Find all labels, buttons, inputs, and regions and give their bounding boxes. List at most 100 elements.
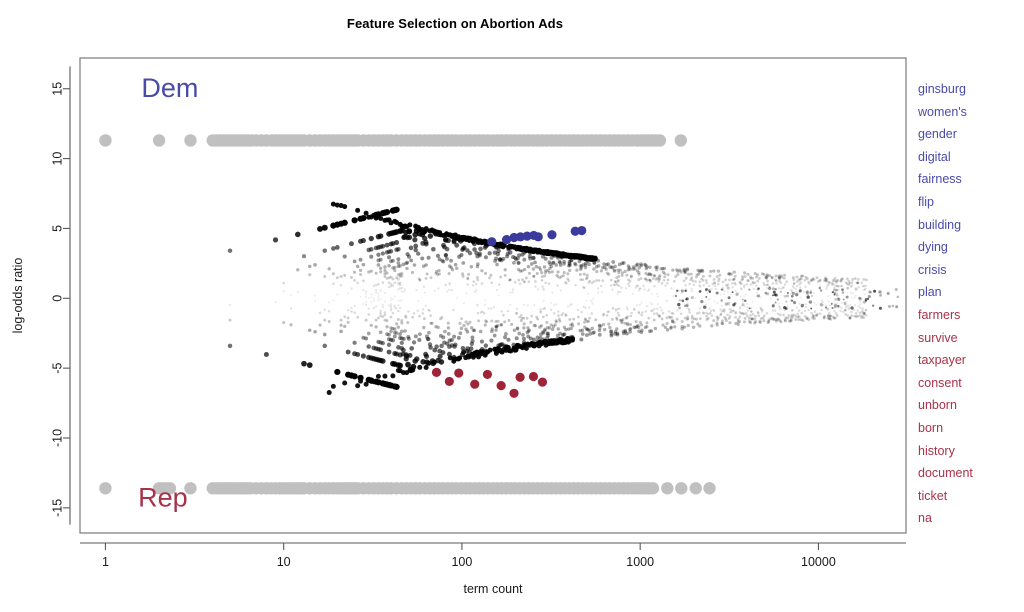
- y-axis-title: log-odds ratio: [11, 258, 25, 334]
- data-point-term: [813, 310, 817, 314]
- data-point-term: [458, 331, 463, 336]
- data-point-term: [846, 286, 849, 290]
- data-point-term: [416, 309, 419, 312]
- data-point-term: [482, 311, 486, 315]
- data-point-term: [643, 325, 648, 330]
- data-point-term: [554, 320, 558, 324]
- data-point-term: [489, 338, 494, 343]
- data-point-term: [637, 272, 641, 276]
- data-point-term: [378, 347, 384, 353]
- data-point-term: [499, 323, 503, 327]
- data-point-term: [848, 316, 852, 320]
- data-point-term: [783, 283, 787, 286]
- data-point-term: [289, 323, 293, 327]
- data-point-term: [685, 297, 689, 301]
- data-point-term: [835, 293, 839, 297]
- data-point-term: [334, 368, 341, 376]
- data-point-term: [834, 312, 838, 315]
- data-point-term: [811, 277, 815, 281]
- data-point-term: [434, 344, 439, 349]
- data-point-term: [446, 332, 451, 336]
- data-point-term: [512, 260, 516, 265]
- data-point-term: [728, 308, 731, 311]
- data-point-term: [387, 263, 391, 268]
- data-point-term: [364, 303, 368, 307]
- data-point-term: [635, 262, 640, 267]
- y-tick-label: 0: [51, 295, 65, 302]
- data-point-term: [418, 314, 421, 318]
- data-point-term: [723, 315, 726, 319]
- data-point-term: [360, 353, 366, 359]
- data-point-term: [831, 307, 834, 310]
- legend-word-dem: digital: [918, 149, 951, 164]
- data-point-term: [739, 312, 743, 315]
- data-point-term: [434, 271, 438, 275]
- data-point-term: [715, 321, 719, 325]
- data-point-term: [487, 251, 492, 256]
- data-point-term: [372, 297, 375, 300]
- data-point-term: [765, 311, 769, 315]
- data-point-term: [358, 378, 364, 384]
- data-point-term: [508, 278, 512, 282]
- data-point-term: [774, 319, 778, 323]
- data-point-term: [670, 311, 673, 315]
- data-point-term: [656, 307, 659, 310]
- data-point-term: [652, 312, 656, 315]
- data-point-term: [474, 282, 478, 286]
- data-point-term: [644, 263, 648, 268]
- data-point-term: [862, 278, 866, 281]
- data-point-term: [646, 273, 650, 277]
- data-point-term: [578, 272, 582, 276]
- data-point-term: [370, 293, 373, 296]
- data-point-term: [348, 241, 354, 247]
- data-point-term: [621, 261, 626, 265]
- data-point-term: [411, 315, 415, 319]
- data-point-term: [383, 300, 386, 303]
- data-point-term: [743, 275, 747, 279]
- data-point-term: [526, 264, 531, 269]
- data-point-term: [462, 302, 465, 305]
- legend-word-dem: crisis: [918, 262, 947, 277]
- data-point-term: [355, 383, 361, 389]
- data-point-term: [778, 304, 781, 308]
- data-point-term: [517, 278, 521, 282]
- data-point-term: [469, 326, 474, 330]
- data-point-term: [274, 301, 277, 304]
- data-point-term: [660, 282, 664, 285]
- data-point-term: [366, 344, 371, 349]
- data-point-term: [389, 329, 393, 334]
- data-point-term: [405, 361, 411, 368]
- data-point-term: [522, 326, 526, 330]
- data-point-term: [613, 329, 618, 334]
- data-point-term: [654, 265, 658, 270]
- data-point-term: [741, 303, 745, 306]
- data-point-term: [526, 304, 529, 307]
- data-point-term: [454, 242, 460, 248]
- data-point-term: [792, 286, 796, 290]
- data-point-term: [717, 279, 720, 283]
- data-point-term: [400, 286, 403, 290]
- data-point-term: [522, 257, 527, 262]
- data-point-term: [644, 266, 648, 271]
- data-point-term: [412, 263, 417, 267]
- data-point-term: [712, 269, 716, 273]
- data-point-term: [751, 281, 755, 285]
- data-point-term: [353, 270, 357, 274]
- data-point-term: [362, 279, 365, 283]
- data-point-term: [391, 298, 394, 301]
- data-point-rep-term: [431, 367, 442, 377]
- data-point-term: [633, 307, 636, 311]
- data-point-term: [542, 265, 547, 269]
- data-point-term: [352, 259, 357, 264]
- data-point-term: [488, 276, 491, 280]
- data-point-term: [768, 287, 772, 291]
- data-point-term: [792, 278, 796, 282]
- data-point-term: [678, 306, 681, 310]
- data-point-term: [752, 287, 756, 290]
- data-point-term: [473, 290, 476, 294]
- data-point-term: [804, 306, 807, 309]
- data-point-term: [829, 314, 832, 317]
- plot-frame: [79, 57, 907, 534]
- data-point-term: [616, 307, 620, 311]
- legend-word-dem: gender: [918, 127, 957, 142]
